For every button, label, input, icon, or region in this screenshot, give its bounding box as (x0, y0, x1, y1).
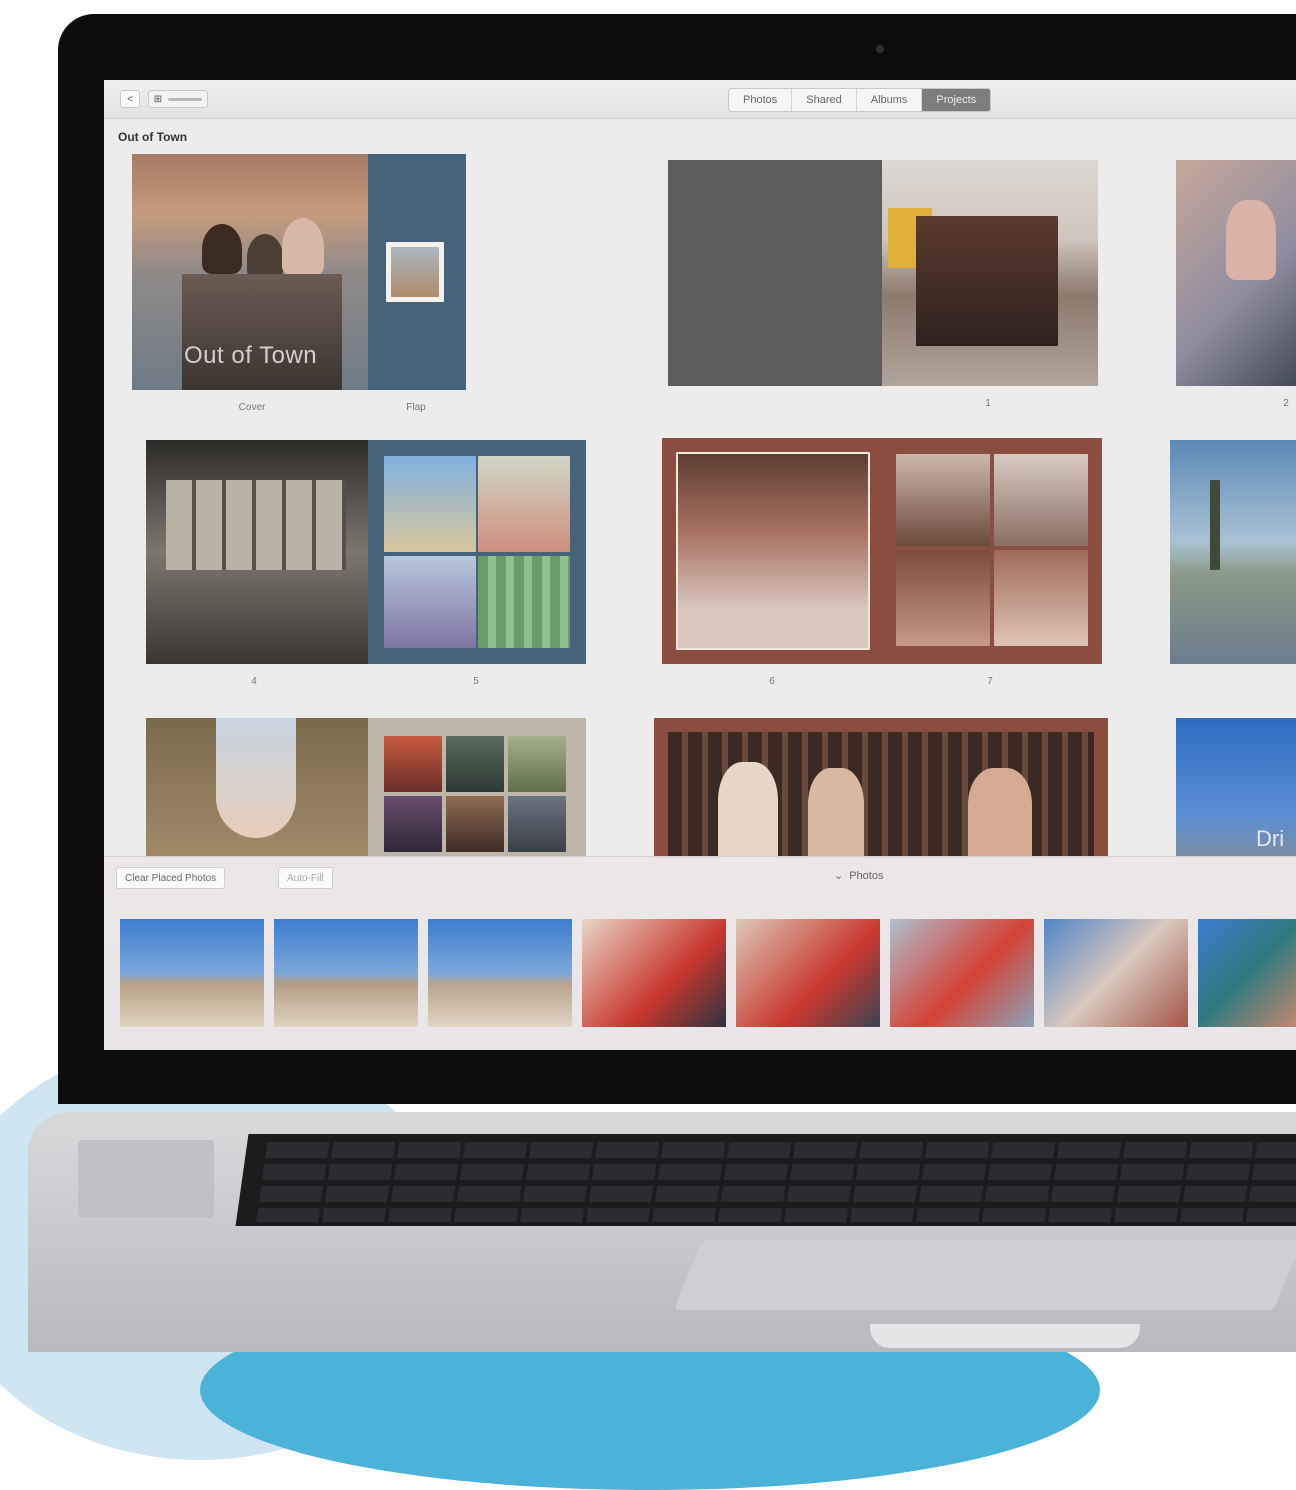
key-row (262, 1164, 1296, 1180)
spread-row3-right[interactable]: Dri (1176, 718, 1296, 858)
person-photo (808, 768, 864, 858)
photo-page[interactable] (882, 160, 1098, 386)
wine-bar-photo (668, 732, 1094, 858)
library-tabs: Photos Shared Albums Projects (728, 88, 992, 112)
key-row (258, 1186, 1296, 1202)
person-photo (216, 718, 296, 838)
person-photo (1226, 200, 1276, 280)
collage-photo (896, 550, 990, 646)
collage-photo (446, 736, 504, 792)
spread-desert[interactable] (1170, 440, 1296, 664)
back-button[interactable]: < (120, 90, 140, 108)
window-frames (166, 480, 346, 570)
tab-projects[interactable]: Projects (922, 89, 991, 111)
photo-thumbnail[interactable] (890, 919, 1034, 1027)
speaker-grille (78, 1140, 214, 1218)
flap-photo-frame (386, 242, 444, 302)
spread-row3-left[interactable] (146, 718, 586, 858)
person-silhouette (202, 224, 242, 274)
page-label: 5 (473, 676, 479, 687)
collage-photo (896, 454, 990, 546)
keyboard (235, 1134, 1296, 1226)
collage-page[interactable] (368, 718, 586, 858)
flap-photo (391, 247, 439, 297)
collage-photo (994, 454, 1088, 546)
spread-page-1[interactable] (668, 160, 1098, 386)
spread-row3-middle[interactable] (654, 718, 1108, 858)
desert-photo-page[interactable] (1170, 440, 1296, 664)
floor-photo-page[interactable] (146, 718, 368, 858)
photo-thumbnail[interactable] (582, 919, 726, 1027)
view-size-slider[interactable]: ⊞ (148, 90, 208, 108)
collage-page[interactable] (368, 440, 586, 664)
photo-thumbnail[interactable] (736, 919, 880, 1027)
photo-thumbnail[interactable] (1198, 919, 1296, 1027)
photo-thumbnail[interactable] (428, 919, 572, 1027)
cover-page[interactable]: Out of Town (132, 154, 368, 390)
tab-shared[interactable]: Shared (792, 89, 857, 111)
dinner-photo-page[interactable] (662, 438, 882, 664)
auto-fill-button[interactable]: Auto-Fill (278, 867, 333, 889)
spread-page-2[interactable] (1176, 160, 1296, 386)
chevron-down-icon: ⌄ (834, 870, 844, 882)
grid-icon: ⊞ (153, 93, 163, 105)
page-label: 1 (985, 398, 991, 409)
tab-albums[interactable]: Albums (857, 89, 923, 111)
collage-photo (508, 736, 566, 792)
page-label: 6 (769, 676, 775, 687)
lid-notch (870, 1324, 1140, 1348)
spread-cover[interactable]: Out of Town (132, 154, 466, 390)
clear-placed-photos-button[interactable]: Clear Placed Photos (116, 867, 226, 889)
back-icon: < (127, 93, 133, 105)
joshua-tree-photo (384, 456, 476, 552)
spread-pages-4-5[interactable] (146, 440, 586, 664)
trackpad (673, 1240, 1296, 1310)
photo-thumbnail[interactable] (274, 919, 418, 1027)
blank-page[interactable] (668, 160, 882, 386)
joshua-tree-photo (1210, 480, 1220, 570)
sky-photo-page[interactable]: Dri (1176, 718, 1296, 858)
collage-photo (508, 796, 566, 852)
person-silhouette (282, 218, 324, 276)
page-label: 7 (987, 676, 993, 687)
slider-track-icon (168, 97, 203, 101)
flap-page[interactable] (368, 154, 466, 390)
photos-drawer: Clear Placed Photos Auto-Fill ⌄ Photos (104, 856, 1296, 1050)
toolbar: < ⊞ Photos Shared Albums Projects (104, 80, 1296, 119)
page-label: Cover (238, 402, 266, 413)
camera-icon (876, 45, 884, 53)
spread-pages-6-7[interactable] (662, 438, 1102, 664)
tab-photos[interactable]: Photos (729, 89, 793, 111)
person-photo (718, 762, 778, 858)
collage-page[interactable] (882, 438, 1102, 664)
photo-thumbnail[interactable] (120, 919, 264, 1027)
key-row (256, 1208, 1296, 1222)
page-label: 2 (1283, 398, 1289, 409)
page-title: Out of Town (118, 130, 188, 144)
collage-photo (446, 796, 504, 852)
photos-drawer-toggle[interactable]: ⌄ Photos (834, 869, 883, 883)
porch-photo-page[interactable] (146, 440, 368, 664)
collage-photo (384, 736, 442, 792)
friends-dinner-photo (676, 452, 870, 650)
cactus-photo (478, 556, 570, 648)
photo-page[interactable] (1176, 160, 1296, 386)
page-label: Flap (406, 402, 426, 413)
collage-photo (384, 796, 442, 852)
page-title-text: Dri (1256, 826, 1285, 851)
jeep-photo (916, 216, 1058, 346)
photos-app-window: < ⊞ Photos Shared Albums Projects Out of… (104, 80, 1296, 1050)
laptop-keyboard-deck (28, 1112, 1296, 1352)
selfie-photo (384, 556, 476, 648)
photo-thumbnail[interactable] (1044, 919, 1188, 1027)
truck-bed (182, 274, 342, 390)
couple-photo (478, 456, 570, 552)
cover-title-text: Out of Town (184, 342, 318, 369)
key-row (265, 1142, 1296, 1158)
person-photo (968, 768, 1032, 858)
collage-photo (994, 550, 1088, 646)
page-label: 4 (251, 676, 257, 687)
